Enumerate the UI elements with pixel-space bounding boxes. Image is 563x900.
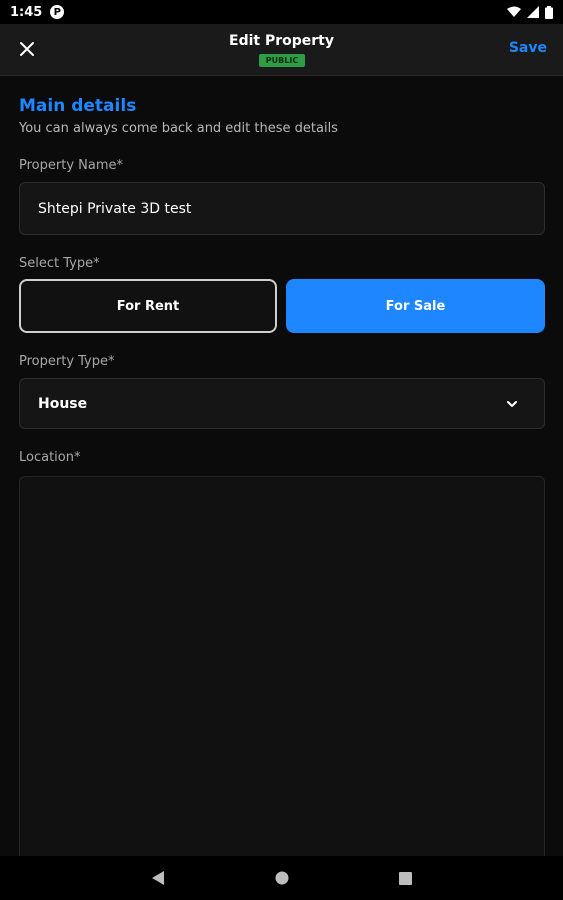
for-rent-button[interactable]: For Rent [19, 279, 277, 333]
navigation-bar [0, 856, 563, 900]
location-map[interactable] [19, 476, 545, 866]
property-name-value: Shtepi Private 3D test [38, 200, 192, 217]
home-icon [275, 871, 288, 885]
signal-icon [527, 6, 539, 18]
save-button[interactable]: Save [509, 40, 547, 56]
property-name-label: Property Name* [19, 158, 123, 173]
chevron-down-icon [507, 400, 517, 407]
home-button[interactable] [270, 866, 294, 890]
location-label: Location* [19, 450, 81, 465]
property-type-label: Property Type* [19, 354, 115, 369]
property-type-select[interactable]: House [19, 378, 545, 429]
status-right [507, 5, 553, 19]
battery-icon [545, 5, 553, 19]
select-type-label: Select Type* [19, 256, 100, 271]
property-name-field[interactable]: Shtepi Private 3D test [19, 182, 545, 235]
section-subtitle: You can always come back and edit these … [19, 121, 338, 136]
section-title: Main details [19, 96, 137, 116]
back-button[interactable] [146, 866, 170, 890]
for-rent-label: For Rent [116, 298, 180, 314]
status-left: 1:45 P [10, 4, 65, 20]
recents-button[interactable] [394, 866, 418, 890]
page-title: Edit Property [229, 33, 334, 49]
back-icon [151, 871, 164, 885]
notification-icon: P [50, 5, 65, 19]
for-sale-label: For Sale [385, 298, 446, 314]
status-time: 1:45 [10, 4, 43, 20]
app-header: Edit Property PUBLIC Save [0, 24, 563, 76]
property-type-value: House [38, 395, 88, 412]
screen: 1:45 P Edit Property PUBLIC Save Main de… [0, 0, 563, 900]
wifi-icon [507, 6, 521, 17]
status-badge: PUBLIC [259, 54, 305, 67]
status-bar: 1:45 P [0, 0, 563, 24]
for-sale-button[interactable]: For Sale [286, 279, 545, 333]
recents-icon [399, 871, 412, 885]
